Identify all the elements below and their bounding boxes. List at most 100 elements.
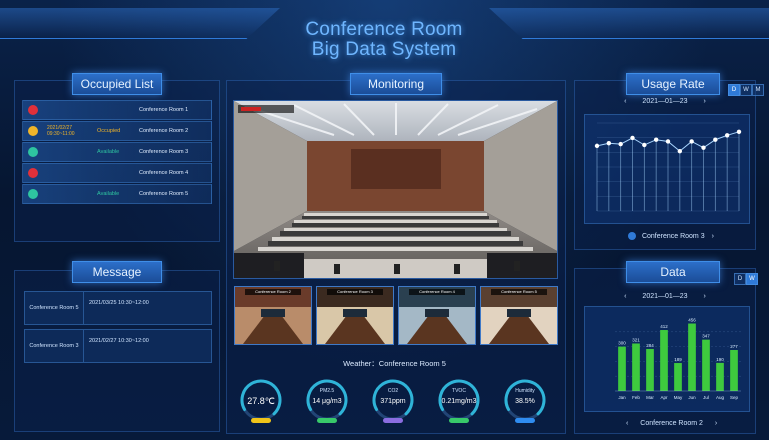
data-next-date-button[interactable]: › (704, 293, 706, 300)
usage-point (713, 137, 718, 142)
thumbnail-caption: Conference Room 4 (409, 289, 465, 295)
conference-hall-image (234, 101, 557, 278)
occupied-status: Available (97, 149, 120, 155)
occupied-row[interactable]: Available Conference Room 5 (22, 184, 212, 204)
occupied-row[interactable]: Conference Room 4 (22, 163, 212, 183)
usage-room-selector[interactable]: Conference Room 3 › (628, 232, 714, 240)
data-bar (702, 339, 710, 391)
status-dot (28, 147, 38, 157)
status-dot (28, 105, 38, 115)
data-category-label: May (674, 395, 683, 400)
usage-point (653, 137, 659, 142)
message-row[interactable]: Conference Room 3 2021/02/27 10:30~12:00 (24, 329, 212, 363)
usage-point (594, 143, 600, 149)
occupied-time: 2021/02/27 09:30~11:00 (47, 125, 75, 137)
data-toggle-0[interactable]: D (734, 273, 746, 285)
usage-point (618, 141, 623, 147)
thumbnail-image (399, 287, 475, 344)
data-toggle-1[interactable]: W (746, 273, 758, 285)
data-category-label: Apr (660, 395, 668, 400)
data-value-label: 300 (618, 341, 626, 346)
thumbnail-caption: Conference Room 5 (491, 289, 547, 295)
data-category-label: Sep (730, 395, 739, 400)
gauge-value: 27.8℃ (247, 396, 275, 406)
header-right-wing (489, 8, 769, 39)
env-gauge: Humidity 38.5% (501, 376, 549, 428)
data-bar (618, 346, 626, 391)
data-bar (674, 363, 682, 391)
occupied-room: Conference Room 2 (139, 128, 189, 134)
camera-thumbnail[interactable]: Conference Room 4 (398, 286, 476, 345)
status-dot (28, 168, 38, 178)
data-category-label: Mar (646, 395, 654, 400)
thumbnail-image (481, 287, 557, 344)
usage-toggle-2[interactable]: M (752, 84, 764, 96)
gauge-value: 14 μg/m3 (312, 398, 342, 405)
data-category-label: Jun (688, 395, 696, 400)
camera-thumbnail[interactable]: Conference Room 2 (234, 286, 312, 345)
message-room: Conference Room 5 (25, 292, 84, 324)
usage-toggle-1[interactable]: W (740, 84, 752, 96)
gauge-label: CO2 (387, 388, 399, 394)
occupied-row[interactable]: Conference Room 1 (22, 100, 212, 120)
usage-point (677, 148, 683, 154)
message-time: 2021/03/25 10:30~12:00 (89, 300, 149, 306)
header-left-wing (0, 8, 280, 39)
message-title: Message (72, 261, 162, 283)
occupied-room: Conference Room 1 (139, 107, 189, 113)
title-line-1: Conference Room (305, 19, 463, 40)
data-room-next[interactable]: › (715, 420, 717, 427)
data-date: 2021—01—23 (642, 293, 688, 300)
data-value-label: 347 (702, 334, 710, 339)
main-camera-feed[interactable] (233, 100, 558, 279)
usage-toggle-0[interactable]: D (728, 84, 740, 96)
data-chart-box: 300 Jan 321 Feb 284 Mar 412 Apr 189 May 456 Jun 347 J… (584, 306, 750, 412)
data-value-label: 189 (674, 357, 682, 362)
usage-room-label: Conference Room 3 (641, 232, 705, 240)
data-category-label: Jan (618, 395, 626, 400)
env-gauge: TVOC 0.21mg/m3 (435, 376, 483, 428)
data-value-label: 277 (730, 344, 738, 349)
usage-point (630, 135, 635, 141)
usage-date: 2021—01—23 (642, 98, 688, 105)
data-value-label: 284 (646, 343, 654, 348)
usage-room-dot (628, 232, 636, 240)
usage-next-date-button[interactable]: › (704, 98, 706, 105)
message-row[interactable]: Conference Room 5 2021/03/25 10:30~12:00 (24, 291, 212, 325)
usage-point (606, 141, 612, 146)
occupied-row[interactable]: 2021/02/27 09:30~11:00 Occupied Conference… (22, 121, 212, 141)
camera-thumbnail[interactable]: Conference Room 3 (316, 286, 394, 345)
gauge-value: 0.21mg/m3 (441, 398, 477, 405)
page-title: Conference Room Big Data System (284, 2, 484, 68)
data-room-selector[interactable]: ‹ Conference Room 2 › (626, 420, 717, 427)
usage-date-nav: ‹ 2021—01—23 › (600, 98, 730, 105)
thumbnail-image (317, 287, 393, 344)
data-category-label: Feb (632, 395, 640, 400)
data-bar (632, 343, 640, 391)
gauge-value: 371ppm (380, 398, 406, 405)
status-dot (28, 126, 38, 136)
gauge-label: PM2.5 (319, 388, 335, 394)
thumbnail-image (235, 287, 311, 344)
occupied-list-title: Occupied List (72, 73, 162, 95)
occupied-row[interactable]: Available Conference Room 3 (22, 142, 212, 162)
usage-room-next[interactable]: › (712, 233, 714, 240)
data-value-label: 321 (632, 337, 640, 342)
env-gauge: CO2 371ppm (369, 376, 417, 428)
data-bar-chart: 300 Jan 321 Feb 284 Mar 412 Apr 189 May 456 Jun 347 J… (615, 318, 741, 400)
data-bar (730, 350, 738, 391)
usage-rate-chart (594, 122, 742, 212)
message-time: 2021/02/27 10:30~12:00 (89, 338, 149, 344)
data-title: Data (626, 261, 720, 283)
data-room-prev[interactable]: ‹ (626, 420, 628, 427)
header-bar: Conference Room Big Data System (0, 0, 769, 70)
thumbnail-caption: Conference Room 2 (245, 289, 301, 295)
usage-prev-date-button[interactable]: ‹ (624, 98, 626, 105)
camera-thumbnail[interactable]: Conference Room 5 (480, 286, 558, 345)
data-bar (646, 348, 654, 391)
data-bar (688, 323, 696, 391)
data-prev-date-button[interactable]: ‹ (624, 293, 626, 300)
data-bar (716, 362, 724, 391)
usage-point (701, 145, 706, 150)
data-category-label: Aug (716, 395, 725, 400)
